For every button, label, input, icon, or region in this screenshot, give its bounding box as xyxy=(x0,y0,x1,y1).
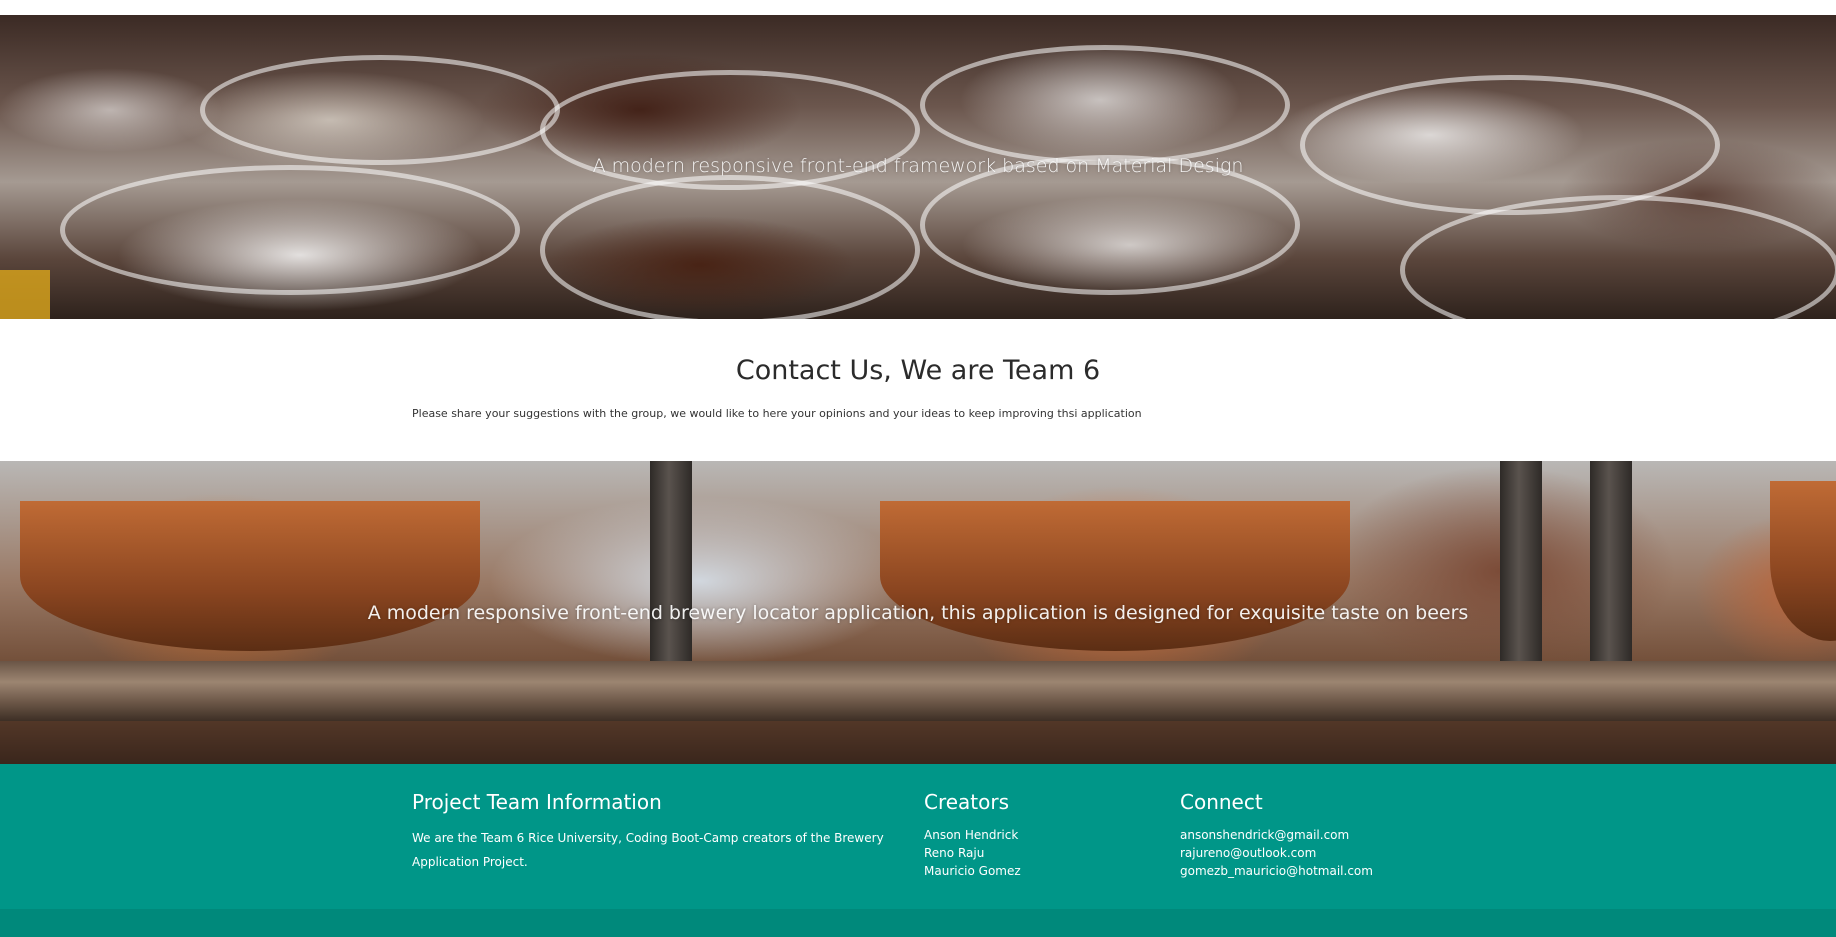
glass-rim xyxy=(1300,75,1720,215)
footer-info: Project Team Information We are the Team… xyxy=(412,790,902,874)
connect-list: ansonshendrick@gmail.com rajureno@outloo… xyxy=(1180,826,1480,880)
contact-title: Contact Us, We are Team 6 xyxy=(735,355,1101,386)
glass-rim xyxy=(200,55,560,165)
glass-rim xyxy=(60,165,520,295)
glass-rim xyxy=(540,175,920,319)
top-strip xyxy=(0,0,1836,15)
footer-info-text: We are the Team 6 Rice University, Codin… xyxy=(412,831,884,869)
creators-list: Anson Hendrick Reno Raju Mauricio Gomez xyxy=(924,826,1164,880)
creator-name: Mauricio Gomez xyxy=(924,864,1021,878)
footer-connect: Connect ansonshendrick@gmail.com rajuren… xyxy=(1180,790,1480,880)
parallax-banner-brewery: A modern responsive front-end brewery lo… xyxy=(0,461,1836,764)
glass-rim xyxy=(920,45,1290,165)
footer-info-title: Project Team Information xyxy=(412,790,662,814)
creator-name: Reno Raju xyxy=(924,846,985,860)
email-link[interactable]: gomezb_mauricio@hotmail.com xyxy=(1180,862,1480,880)
footer-copyright-bar xyxy=(0,909,1836,937)
parallax-caption-top: A modern responsive front-end framework … xyxy=(592,155,1244,177)
pipe-vertical xyxy=(1500,461,1542,691)
pipe-vertical xyxy=(650,461,692,691)
footer-creators: Creators Anson Hendrick Reno Raju Mauric… xyxy=(924,790,1164,880)
page-footer: Project Team Information We are the Team… xyxy=(0,764,1836,909)
kettle xyxy=(880,501,1350,651)
glass-rim xyxy=(1400,195,1836,319)
creator-name: Anson Hendrick xyxy=(924,828,1019,842)
contact-section: Contact Us, We are Team 6 Please share y… xyxy=(0,319,1836,461)
footer-connect-title: Connect xyxy=(1180,790,1263,814)
parallax-banner-glasses: A modern responsive front-end framework … xyxy=(0,15,1836,319)
kettle xyxy=(20,501,480,651)
email-link[interactable]: ansonshendrick@gmail.com xyxy=(1180,826,1480,844)
pipe-horizontal xyxy=(0,661,1836,721)
pipe-vertical xyxy=(1590,461,1632,691)
contact-text: Please share your suggestions with the g… xyxy=(412,407,1142,420)
amber-beer xyxy=(0,270,50,319)
email-link[interactable]: rajureno@outlook.com xyxy=(1180,844,1480,862)
footer-creators-title: Creators xyxy=(924,790,1010,814)
parallax-caption-bottom: A modern responsive front-end brewery lo… xyxy=(367,602,1469,624)
